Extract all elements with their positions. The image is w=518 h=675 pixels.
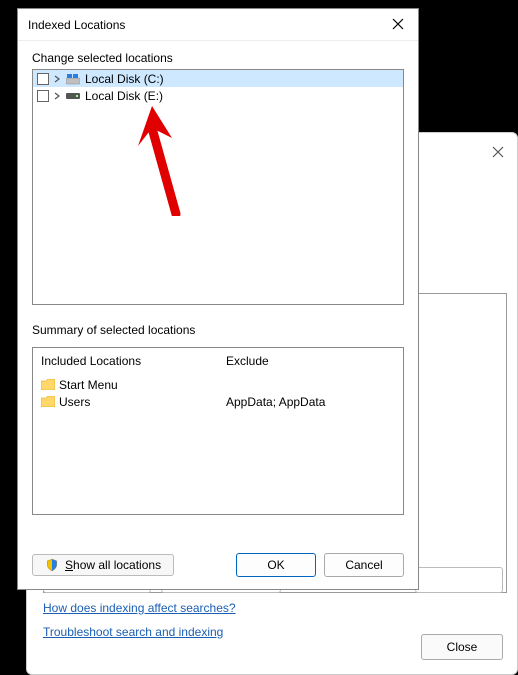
included-header: Included Locations	[41, 354, 210, 368]
included-column: Included Locations Start Menu Users	[33, 348, 218, 514]
ok-button[interactable]: OK	[236, 553, 316, 577]
change-locations-label: Change selected locations	[32, 51, 404, 65]
chevron-right-icon[interactable]	[53, 92, 61, 100]
tree-row[interactable]: Local Disk (E:)	[33, 87, 403, 104]
locations-tree[interactable]: Local Disk (C:) Local Disk (E:)	[32, 69, 404, 305]
folder-icon	[41, 379, 55, 390]
close-icon[interactable]	[386, 17, 410, 33]
list-item[interactable]: Start Menu	[41, 376, 210, 393]
tree-item-label: Local Disk (C:)	[85, 72, 164, 86]
summary-box: Included Locations Start Menu Users Excl…	[32, 347, 404, 515]
checkbox[interactable]	[37, 73, 49, 85]
included-item-label: Users	[59, 395, 90, 409]
parent-close-button[interactable]: Close	[421, 634, 503, 660]
exclude-item-label: AppData; AppData	[226, 395, 325, 409]
chevron-right-icon[interactable]	[53, 75, 61, 83]
link-indexing-searches[interactable]: How does indexing affect searches?	[43, 601, 236, 615]
indexed-locations-dialog: Indexed Locations Change selected locati…	[17, 8, 419, 590]
dialog-button-row: Show all locations OK Cancel	[18, 543, 418, 589]
tree-row[interactable]: Local Disk (C:)	[33, 70, 403, 87]
folder-icon	[41, 396, 55, 407]
cancel-button[interactable]: Cancel	[324, 553, 404, 577]
show-all-label: Show all locations	[65, 558, 161, 572]
tree-item-label: Local Disk (E:)	[85, 89, 163, 103]
included-item-label: Start Menu	[59, 378, 118, 392]
show-all-locations-button[interactable]: Show all locations	[32, 554, 174, 576]
list-item[interactable]: Users	[41, 393, 210, 410]
parent-close-icon[interactable]	[491, 145, 505, 159]
cancel-label: Cancel	[345, 558, 382, 572]
summary-label: Summary of selected locations	[32, 323, 404, 337]
exclude-column: Exclude AppData; AppData	[218, 348, 403, 514]
parent-close-label: Close	[447, 640, 478, 654]
list-item[interactable]: AppData; AppData	[226, 393, 395, 410]
shield-icon	[45, 558, 59, 572]
ok-label: OK	[267, 558, 284, 572]
drive-icon	[65, 90, 81, 102]
parent-button-3[interactable]	[415, 567, 503, 593]
windows-drive-icon	[65, 73, 81, 85]
link-troubleshoot[interactable]: Troubleshoot search and indexing	[43, 625, 236, 639]
exclude-header: Exclude	[226, 354, 395, 368]
titlebar: Indexed Locations	[18, 9, 418, 41]
checkbox[interactable]	[37, 90, 49, 102]
dialog-title: Indexed Locations	[26, 18, 386, 32]
